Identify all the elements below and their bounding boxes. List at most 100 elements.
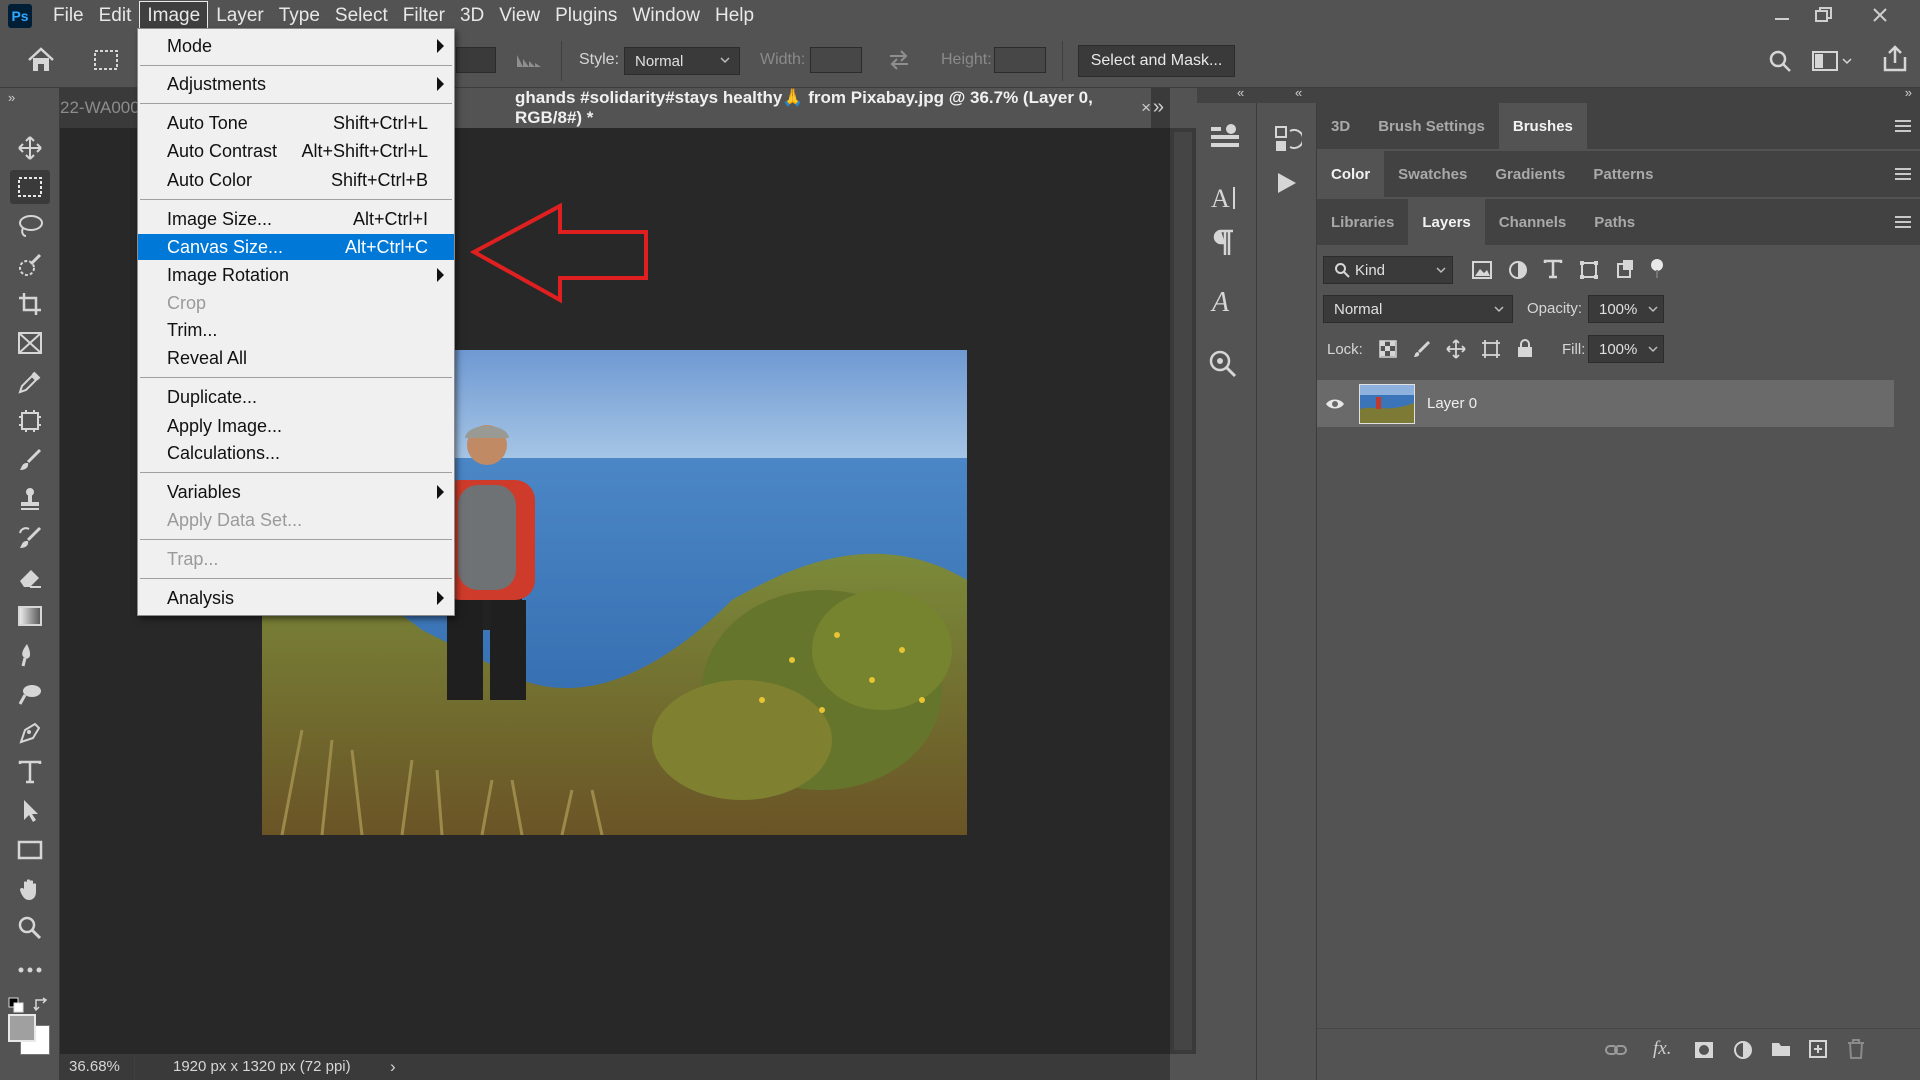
new-adjustment-layer-icon[interactable]	[1733, 1040, 1753, 1060]
more-tools-icon[interactable]	[10, 953, 50, 987]
menu-layer[interactable]: Layer	[209, 2, 271, 30]
share-icon[interactable]	[1882, 45, 1908, 73]
style-dropdown[interactable]: Normal	[624, 47, 740, 75]
lock-artboard-icon[interactable]	[1481, 339, 1501, 359]
dodge-tool-icon[interactable]	[10, 677, 50, 711]
menu-window[interactable]: Window	[625, 2, 707, 30]
lock-pixels-icon[interactable]	[1413, 340, 1431, 358]
restore-button[interactable]	[1798, 0, 1850, 30]
link-layers-icon[interactable]	[1605, 1043, 1627, 1057]
tab-brushes[interactable]: Brushes	[1498, 103, 1587, 149]
layer-visibility-eye-icon[interactable]	[1317, 397, 1353, 411]
new-group-folder-icon[interactable]	[1771, 1041, 1791, 1057]
menu-image[interactable]: Image	[139, 1, 209, 31]
glyphs-panel-icon[interactable]: A	[1209, 286, 1239, 316]
lock-all-icon[interactable]	[1516, 338, 1534, 358]
opacity-field[interactable]: 100%	[1588, 295, 1664, 323]
tab-gradients[interactable]: Gradients	[1481, 151, 1579, 197]
tab-channels[interactable]: Channels	[1485, 199, 1581, 245]
foreground-color-swatch[interactable]	[8, 1014, 36, 1042]
panel-menu-icon[interactable]	[1895, 216, 1911, 228]
search-icon[interactable]	[1768, 49, 1792, 73]
zoom-level[interactable]: 36.68%	[69, 1058, 120, 1075]
home-icon[interactable]	[27, 47, 55, 73]
frame-tool-icon[interactable]	[10, 326, 50, 360]
filter-smart-object-icon[interactable]	[1615, 259, 1635, 279]
close-window-button[interactable]	[1854, 0, 1906, 30]
workspace-icon[interactable]	[1812, 50, 1852, 72]
eyedropper-tool-icon[interactable]	[10, 365, 50, 399]
menu-help[interactable]: Help	[708, 2, 761, 30]
spot-healing-tool-icon[interactable]	[10, 404, 50, 438]
fill-field[interactable]: 100%	[1588, 335, 1664, 363]
lock-position-icon[interactable]	[1446, 339, 1466, 359]
menu-file[interactable]: File	[46, 2, 91, 30]
filter-pixel-icon[interactable]	[1472, 261, 1492, 279]
menu-type[interactable]: Type	[272, 2, 327, 30]
collapse-left-icon[interactable]: «	[1237, 85, 1244, 100]
history-brush-tool-icon[interactable]	[10, 521, 50, 555]
eraser-tool-icon[interactable]	[10, 560, 50, 594]
menu-select[interactable]: Select	[328, 2, 395, 30]
tab-3d[interactable]: 3D	[1317, 103, 1364, 149]
adjustment-search-icon[interactable]	[1207, 348, 1241, 380]
filter-adjustment-icon[interactable]	[1508, 260, 1528, 280]
swap-colors-icon[interactable]	[33, 997, 49, 1013]
hand-tool-icon[interactable]	[10, 872, 50, 906]
tab-libraries[interactable]: Libraries	[1317, 199, 1408, 245]
rectangular-marquee-tool-icon[interactable]	[10, 170, 50, 204]
lock-transparent-icon[interactable]	[1379, 340, 1397, 358]
tab-paths[interactable]: Paths	[1580, 199, 1649, 245]
menu-3d[interactable]: 3D	[453, 2, 491, 30]
tab-overflow-icon[interactable]: »	[1153, 96, 1164, 119]
character-panel-icon[interactable]: A	[1209, 183, 1241, 213]
new-layer-icon[interactable]	[1809, 1040, 1827, 1058]
layer-name[interactable]: Layer 0	[1427, 395, 1477, 412]
expand-toolbar-icon[interactable]: »	[8, 90, 15, 105]
tab-layers[interactable]: Layers	[1408, 199, 1485, 245]
blur-tool-icon[interactable]	[10, 638, 50, 672]
panel-menu-icon[interactable]	[1895, 120, 1911, 132]
tab-color[interactable]: Color	[1317, 151, 1385, 197]
gradient-tool-icon[interactable]	[10, 599, 50, 633]
collapse-middle-icon[interactable]: «	[1295, 85, 1302, 100]
menu-view[interactable]: View	[492, 2, 547, 30]
status-menu-arrow-icon[interactable]: ›	[390, 1057, 396, 1077]
actions-play-icon[interactable]	[1276, 171, 1298, 195]
filter-toggle-icon[interactable]	[1650, 258, 1664, 280]
add-mask-icon[interactable]	[1694, 1041, 1714, 1059]
crop-tool-icon[interactable]	[10, 287, 50, 321]
filter-type-icon[interactable]	[1543, 259, 1563, 279]
select-and-mask-button[interactable]: Select and Mask...	[1078, 45, 1235, 77]
panel-menu-icon[interactable]	[1895, 168, 1911, 180]
delete-layer-trash-icon[interactable]	[1847, 1039, 1865, 1059]
tab-patterns[interactable]: Patterns	[1579, 151, 1667, 197]
clone-stamp-tool-icon[interactable]	[10, 482, 50, 516]
type-tool-icon[interactable]	[10, 755, 50, 789]
layer-row[interactable]: Layer 0	[1317, 380, 1894, 427]
tab-brush-settings[interactable]: Brush Settings	[1364, 103, 1499, 149]
move-tool-icon[interactable]	[10, 131, 50, 165]
layer-style-fx-icon[interactable]: fx.	[1653, 1038, 1671, 1060]
paragraph-panel-icon[interactable]	[1211, 229, 1235, 257]
pen-tool-icon[interactable]	[10, 716, 50, 750]
lasso-tool-icon[interactable]	[10, 209, 50, 243]
zoom-tool-icon[interactable]	[10, 911, 50, 945]
quick-selection-tool-icon[interactable]	[10, 248, 50, 282]
menu-filter[interactable]: Filter	[396, 2, 452, 30]
menu-item-canvas-size[interactable]: Canvas Size... Alt+Ctrl+C	[138, 234, 454, 260]
history-panel-icon[interactable]	[1274, 125, 1302, 153]
filter-shape-icon[interactable]	[1579, 260, 1599, 280]
vertical-scrollbar[interactable]	[1170, 128, 1196, 1054]
blend-mode-dropdown[interactable]: Normal	[1323, 295, 1513, 323]
tab-previous-document[interactable]: 22-WA000	[60, 88, 140, 128]
menu-plugins[interactable]: Plugins	[548, 2, 624, 30]
path-selection-tool-icon[interactable]	[10, 794, 50, 828]
rectangle-tool-icon[interactable]	[10, 833, 50, 867]
properties-panel-icon[interactable]	[1209, 123, 1241, 151]
layer-filter-dropdown[interactable]: Kind	[1323, 256, 1453, 284]
close-tab-icon[interactable]: ×	[1141, 98, 1151, 118]
feather-field[interactable]	[456, 47, 496, 73]
default-colors-icon[interactable]	[8, 997, 24, 1013]
marquee-tool-preset-icon[interactable]	[93, 49, 119, 71]
